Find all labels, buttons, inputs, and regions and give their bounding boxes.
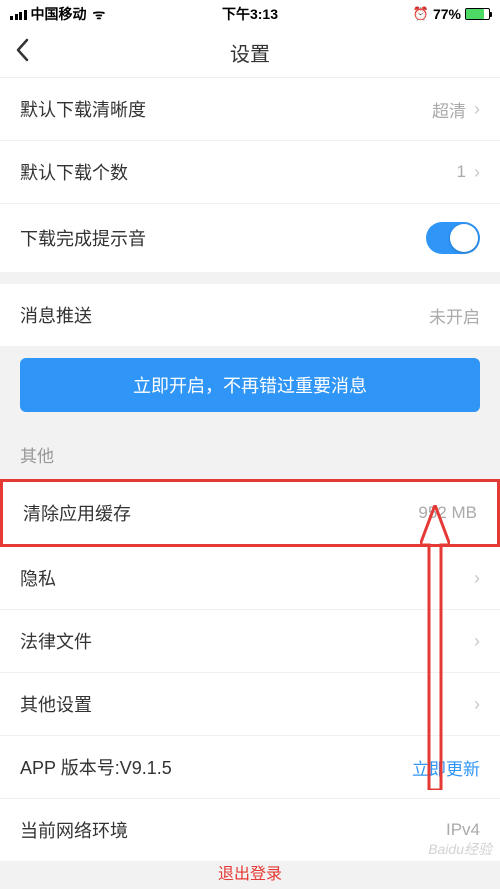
download-complete-sound-item: 下载完成提示音 [0, 204, 500, 272]
push-settings-group: 消息推送 未开启 [0, 284, 500, 346]
setting-value: IPv4 [446, 820, 480, 840]
alarm-icon: ⏰ [413, 6, 429, 22]
chevron-right-icon: › [474, 99, 480, 120]
page-title: 设置 [230, 38, 270, 67]
setting-label: 法律文件 [20, 628, 92, 654]
other-settings-group: 清除应用缓存 952 MB 隐私 › 法律文件 › 其他设置 › APP 版本号… [0, 479, 500, 861]
setting-label: 默认下载个数 [20, 159, 128, 185]
wifi-icon: ᯤ [93, 5, 106, 24]
update-now-link[interactable]: 立即更新 [412, 755, 480, 780]
setting-label: 当前网络环境 [20, 817, 128, 843]
chevron-right-icon: › [474, 162, 480, 183]
app-version-item[interactable]: APP 版本号:V9.1.5 立即更新 [0, 736, 500, 799]
setting-label: APP 版本号:V9.1.5 [20, 754, 172, 780]
enable-push-cta-button[interactable]: 立即开启，不再错过重要消息 [20, 358, 480, 412]
carrier-label: 中国移动 [31, 4, 87, 24]
default-download-quality-item[interactable]: 默认下载清晰度 超清 › [0, 78, 500, 141]
legal-documents-item[interactable]: 法律文件 › [0, 610, 500, 673]
setting-label: 默认下载清晰度 [20, 96, 146, 122]
battery-percent: 77% [433, 6, 461, 22]
message-push-item[interactable]: 消息推送 未开启 [0, 284, 500, 346]
setting-label: 清除应用缓存 [23, 500, 131, 526]
status-time: 下午3:13 [222, 4, 278, 24]
status-bar: 中国移动 ᯤ 下午3:13 ⏰ 77% [0, 0, 500, 28]
status-right: ⏰ 77% [413, 6, 490, 22]
other-section-header: 其他 [0, 424, 500, 479]
status-left: 中国移动 ᯤ [10, 4, 105, 24]
logout-partial-text[interactable]: 退出登录 [213, 855, 287, 889]
privacy-item[interactable]: 隐私 › [0, 547, 500, 610]
setting-value: 952 MB [418, 503, 477, 523]
back-button[interactable] [0, 37, 44, 69]
setting-value: 1 [457, 162, 466, 182]
nav-header: 设置 [0, 28, 500, 78]
setting-label: 下载完成提示音 [20, 225, 146, 251]
battery-icon [465, 8, 490, 20]
download-settings-group: 默认下载清晰度 超清 › 默认下载个数 1 › 下载完成提示音 [0, 78, 500, 272]
setting-label: 隐私 [20, 565, 56, 591]
network-env-item: 当前网络环境 IPv4 [0, 799, 500, 861]
chevron-right-icon: › [474, 568, 480, 589]
download-sound-toggle[interactable] [426, 222, 480, 254]
setting-label: 其他设置 [20, 691, 92, 717]
default-download-count-item[interactable]: 默认下载个数 1 › [0, 141, 500, 204]
toggle-knob [450, 224, 478, 252]
signal-icon [10, 8, 27, 20]
setting-value: 未开启 [429, 303, 480, 328]
chevron-right-icon: › [474, 694, 480, 715]
clear-cache-item[interactable]: 清除应用缓存 952 MB [0, 479, 500, 547]
watermark: Baidu经验 [428, 839, 492, 859]
setting-value: 超清 [432, 97, 466, 122]
setting-label: 消息推送 [20, 302, 92, 328]
chevron-right-icon: › [474, 631, 480, 652]
other-settings-item[interactable]: 其他设置 › [0, 673, 500, 736]
